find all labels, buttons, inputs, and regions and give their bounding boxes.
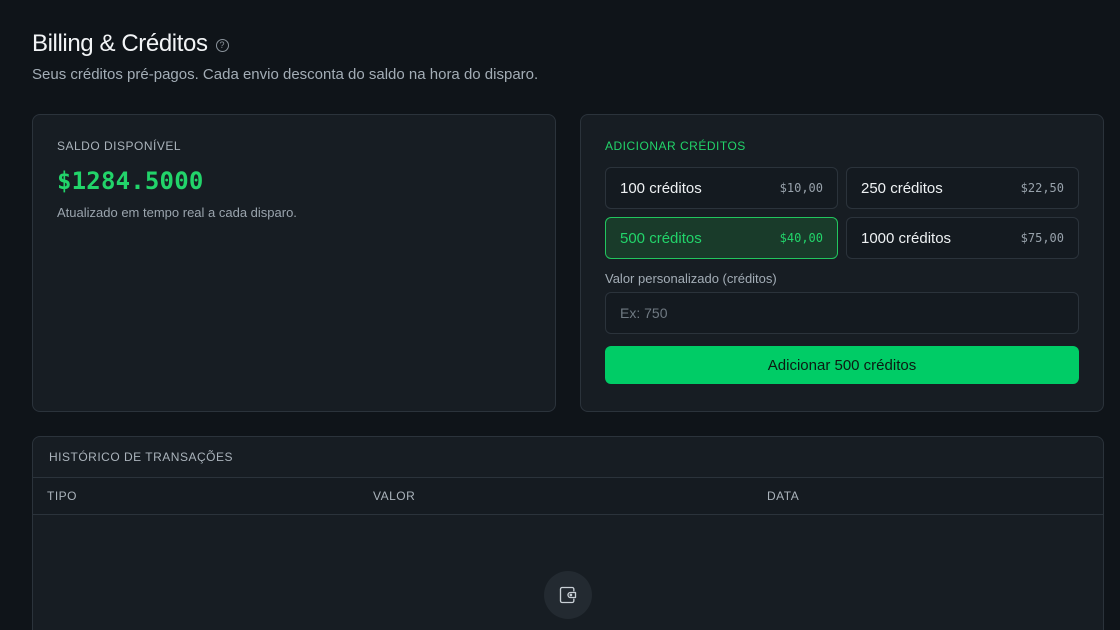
history-label: HISTÓRICO DE TRANSAÇÕES [49, 450, 233, 464]
page-header: Billing & Créditos ? Seus créditos pré-p… [32, 30, 538, 83]
column-header-valor[interactable]: VALOR [373, 489, 415, 503]
package-price: $75,00 [1020, 231, 1064, 245]
package-option-250[interactable]: 250 créditos $22,50 [846, 167, 1079, 209]
billing-page: Billing & Créditos ? Seus créditos pré-p… [0, 0, 1120, 630]
history-header: HISTÓRICO DE TRANSAÇÕES [33, 437, 1103, 478]
custom-amount-input[interactable] [605, 292, 1079, 334]
custom-amount-label: Valor personalizado (créditos) [605, 271, 777, 286]
package-name: 250 créditos [861, 179, 943, 197]
balance-card: SALDO DISPONÍVEL $1284.5000 Atualizado e… [32, 114, 556, 412]
wallet-icon [544, 571, 592, 619]
transaction-history-card: HISTÓRICO DE TRANSAÇÕES TIPO VALOR DATA [32, 436, 1104, 630]
package-option-500[interactable]: 500 créditos $40,00 [605, 217, 838, 259]
package-grid: 100 créditos $10,00 250 créditos $22,50 … [605, 167, 1079, 259]
balance-note: Atualizado em tempo real a cada disparo. [57, 205, 297, 220]
add-credits-button[interactable]: Adicionar 500 créditos [605, 346, 1079, 384]
balance-label: SALDO DISPONÍVEL [57, 139, 182, 153]
package-price: $40,00 [779, 231, 823, 245]
add-credits-label: ADICIONAR CRÉDITOS [605, 139, 746, 153]
add-credits-card: ADICIONAR CRÉDITOS 100 créditos $10,00 2… [580, 114, 1104, 412]
help-circle-icon[interactable]: ? [215, 38, 229, 52]
page-subtitle: Seus créditos pré-pagos. Cada envio desc… [32, 66, 539, 83]
column-header-tipo[interactable]: TIPO [47, 489, 77, 503]
table-header: TIPO VALOR DATA [33, 478, 1103, 515]
package-option-1000[interactable]: 1000 créditos $75,00 [846, 217, 1079, 259]
package-price: $22,50 [1020, 181, 1064, 195]
package-name: 500 créditos [620, 229, 702, 247]
package-name: 1000 créditos [861, 229, 952, 247]
package-price: $10,00 [779, 181, 823, 195]
balance-value: $1284.5000 [57, 167, 204, 195]
page-title: Billing & Créditos [32, 30, 208, 57]
title-row: Billing & Créditos ? [32, 30, 538, 58]
package-option-100[interactable]: 100 créditos $10,00 [605, 167, 838, 209]
package-name: 100 créditos [620, 179, 702, 197]
empty-state [33, 515, 1103, 630]
column-header-data[interactable]: DATA [767, 489, 799, 503]
